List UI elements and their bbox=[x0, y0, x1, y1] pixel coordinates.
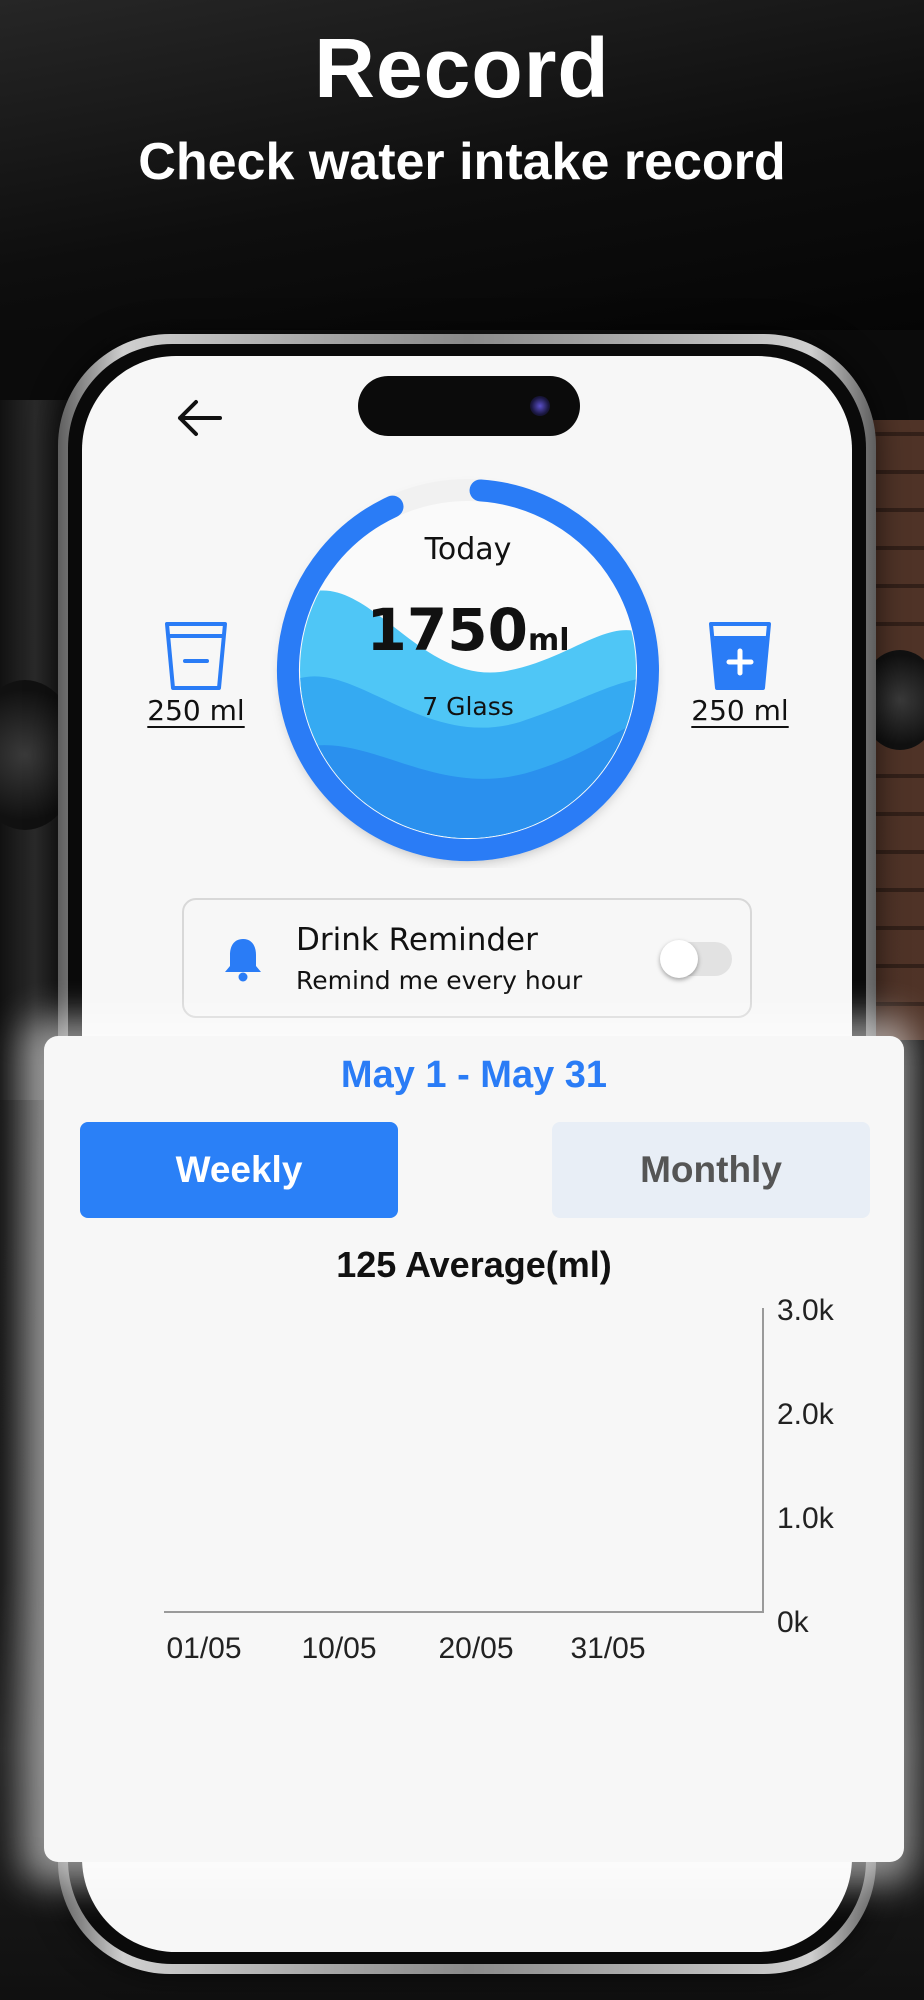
y-tick-label: 1.0k bbox=[777, 1502, 835, 1535]
drink-reminder-card: Drink Reminder Remind me every hour bbox=[182, 898, 752, 1018]
intake-value: 1750 bbox=[366, 596, 528, 664]
arrow-left-icon bbox=[178, 400, 222, 436]
today-label: Today bbox=[424, 532, 512, 567]
y-tick-label: 0k bbox=[777, 1606, 810, 1639]
promo-title: Record bbox=[314, 21, 610, 115]
back-button[interactable] bbox=[172, 390, 232, 446]
y-tick-label: 3.0k bbox=[777, 1294, 835, 1327]
intake-amount: 1750ml bbox=[270, 596, 666, 664]
cup-minus-icon bbox=[165, 622, 227, 690]
add-cup-label: 250 ml bbox=[691, 694, 789, 727]
reminder-subtitle: Remind me every hour bbox=[296, 966, 583, 995]
x-tick-label: 01/05 bbox=[166, 1632, 241, 1665]
x-tick-label: 10/05 bbox=[301, 1632, 376, 1665]
intake-unit: ml bbox=[527, 623, 570, 658]
remove-cup-label: 250 ml bbox=[147, 694, 245, 727]
bell-icon bbox=[225, 939, 261, 982]
promo-subtitle: Check water intake record bbox=[138, 133, 786, 191]
reminder-title: Drink Reminder bbox=[296, 922, 538, 958]
stats-card: May 1 - May 31 Weekly Monthly 125 Averag… bbox=[44, 1036, 904, 1862]
x-tick-label: 20/05 bbox=[438, 1632, 513, 1665]
camera-icon bbox=[530, 396, 550, 416]
y-tick-label: 2.0k bbox=[777, 1398, 835, 1431]
cup-plus-icon bbox=[709, 622, 771, 690]
intake-chart: 01/05 10/05 20/05 31/05 0k 1.0k 2.0k 3.0k bbox=[164, 1294, 835, 1665]
x-tick-label: 31/05 bbox=[570, 1632, 645, 1665]
toggle-knob bbox=[660, 940, 698, 978]
glass-count: 7 Glass bbox=[422, 692, 514, 721]
reminder-toggle[interactable] bbox=[660, 940, 732, 978]
